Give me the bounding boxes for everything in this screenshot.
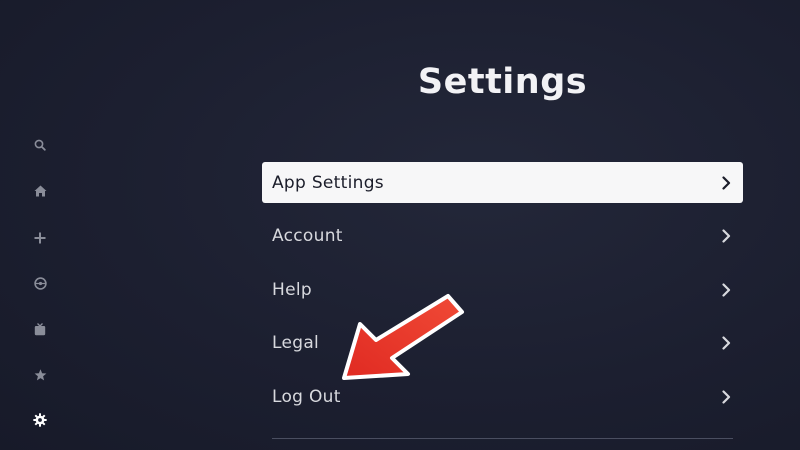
search-icon[interactable] <box>28 133 52 157</box>
tv-icon[interactable] <box>28 317 52 341</box>
annotation-arrow-icon <box>330 290 470 390</box>
gear-icon[interactable] <box>28 408 52 432</box>
menu-divider <box>272 438 733 439</box>
page-title: Settings <box>417 62 588 102</box>
home-icon[interactable] <box>28 179 52 203</box>
chevron-right-icon <box>719 389 733 404</box>
menu-item-label: App Settings <box>272 172 384 193</box>
plus-icon[interactable] <box>28 226 52 250</box>
menu-item-label: Account <box>272 226 343 246</box>
chevron-right-icon <box>719 229 733 243</box>
chevron-right-icon <box>719 336 733 350</box>
originals-icon[interactable] <box>28 271 52 295</box>
sidebar-nav <box>0 0 80 450</box>
star-icon[interactable] <box>28 363 52 387</box>
menu-item-app-settings[interactable]: App Settings <box>262 162 743 203</box>
settings-screen: Settings App Settings Account Help Legal <box>0 0 800 450</box>
chevron-right-icon <box>719 175 733 190</box>
chevron-right-icon <box>719 282 733 297</box>
menu-item-account[interactable]: Account <box>262 216 743 257</box>
